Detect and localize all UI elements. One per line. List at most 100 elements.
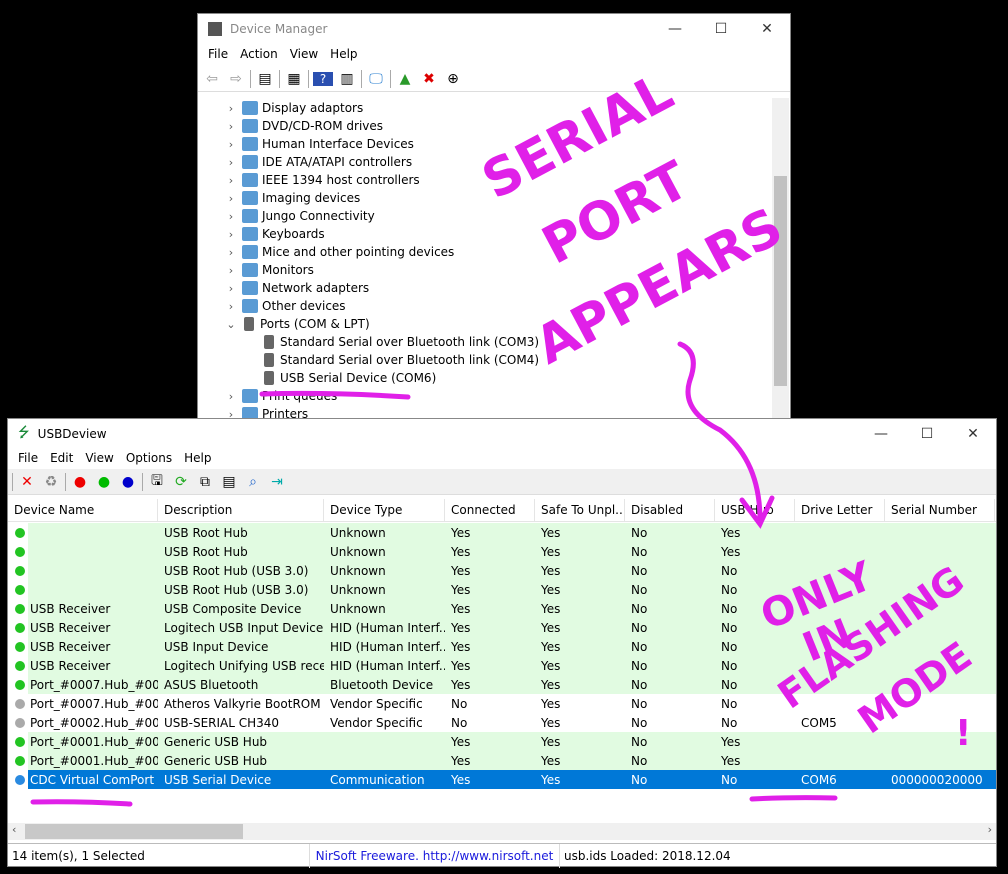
nirsoft-link[interactable]: NirSoft Freeware. http://www.nirsoft.net: [310, 843, 560, 868]
tree-category-item[interactable]: › Network adapters: [224, 279, 369, 297]
chevron-right-icon[interactable]: ›: [224, 192, 238, 205]
find-icon[interactable]: ⌕: [243, 474, 263, 490]
tree-device-item[interactable]: Standard Serial over Bluetooth link (COM…: [258, 333, 539, 351]
column-header[interactable]: Serial Number: [885, 499, 995, 521]
menu-help[interactable]: Help: [178, 451, 217, 465]
table-row[interactable]: USB Receiver USB Input Device HID (Human I…: [8, 637, 996, 656]
menu-options[interactable]: Options: [120, 451, 178, 465]
chevron-right-icon[interactable]: ›: [224, 102, 238, 115]
save-icon[interactable]: 🖫: [147, 470, 167, 494]
chevron-right-icon[interactable]: ›: [224, 300, 238, 313]
copy-icon[interactable]: ⧉: [195, 474, 215, 490]
tree-category-item[interactable]: › Printers: [224, 405, 308, 418]
table-row[interactable]: USB Root Hub (USB 3.0) Unknown Yes Yes No No: [8, 561, 996, 580]
properties-icon[interactable]: ▦: [284, 71, 304, 87]
table-row[interactable]: Port_#0007.Hub_#0006 Atheros Valkyrie Boo…: [8, 694, 996, 713]
column-header[interactable]: Description: [158, 499, 324, 521]
table-row[interactable]: USB Root Hub (USB 3.0) Unknown Yes Yes No No: [8, 580, 996, 599]
blue-dot-icon[interactable]: ●: [118, 474, 138, 490]
exit-icon[interactable]: ⇥: [267, 474, 287, 490]
table-row[interactable]: Port_#0007.Hub_#0006 ASUS Bluetooth Blueto…: [8, 675, 996, 694]
menu-action[interactable]: Action: [234, 47, 284, 61]
table-row[interactable]: Port_#0002.Hub_#0005 USB-SERIAL CH340 Vend…: [8, 713, 996, 732]
table-row[interactable]: Port_#0001.Hub_#0001 Generic USB Hub Yes Ye…: [8, 732, 996, 751]
chevron-right-icon[interactable]: ›: [224, 120, 238, 133]
tree-category-item[interactable]: › IDE ATA/ATAPI controllers: [224, 153, 412, 171]
disable-icon[interactable]: ⊕: [443, 71, 463, 87]
action-pane-icon[interactable]: ▥: [337, 71, 357, 87]
chevron-right-icon[interactable]: ›: [224, 156, 238, 169]
chevron-right-icon[interactable]: ›: [224, 282, 238, 295]
tree-item-label: IEEE 1394 host controllers: [262, 173, 420, 187]
table-row[interactable]: CDC Virtual ComPort USB Serial Device Comm…: [8, 770, 996, 789]
tree-category-item[interactable]: › Mice and other pointing devices: [224, 243, 454, 261]
refresh-icon[interactable]: ⟳: [171, 474, 191, 490]
chevron-right-icon[interactable]: ›: [224, 228, 238, 241]
recycle-icon[interactable]: ♻: [41, 474, 61, 490]
tree-category-item[interactable]: › IEEE 1394 host controllers: [224, 171, 420, 189]
chevron-right-icon[interactable]: ›: [224, 408, 238, 419]
back-icon[interactable]: ⇦: [202, 71, 222, 87]
table-row[interactable]: Port_#0001.Hub_#0002 Generic USB Hub Yes Ye…: [8, 751, 996, 770]
menu-view[interactable]: View: [284, 47, 324, 61]
tree-device-item[interactable]: USB Serial Device (COM6): [258, 369, 436, 387]
column-header[interactable]: Safe To Unpl...: [535, 499, 625, 521]
menu-edit[interactable]: Edit: [44, 451, 79, 465]
uninstall-icon[interactable]: ✕: [17, 474, 37, 490]
chevron-right-icon[interactable]: ›: [224, 390, 238, 403]
table-row[interactable]: USB Root Hub Unknown Yes Yes No Yes: [8, 523, 996, 542]
close-button[interactable]: ✕: [744, 14, 790, 44]
column-header[interactable]: Device Name: [8, 499, 158, 521]
scrollbar-thumb[interactable]: [25, 824, 243, 839]
table-row[interactable]: USB Root Hub Unknown Yes Yes No Yes: [8, 542, 996, 561]
menu-file[interactable]: File: [202, 47, 234, 61]
column-header[interactable]: Disabled: [625, 499, 715, 521]
forward-icon[interactable]: ⇨: [226, 71, 246, 87]
chevron-right-icon[interactable]: ›: [224, 246, 238, 259]
column-header[interactable]: USB Hub: [715, 499, 795, 521]
uninstall-icon[interactable]: ✖: [419, 71, 439, 87]
enable-green-icon[interactable]: ●: [94, 474, 114, 490]
column-header[interactable]: Connected: [445, 499, 535, 521]
menu-file[interactable]: File: [12, 451, 44, 465]
chevron-right-icon[interactable]: ›: [224, 210, 238, 223]
tree-category-item[interactable]: › Display adaptors: [224, 99, 363, 117]
scrollbar-thumb[interactable]: [774, 176, 787, 386]
minimize-button[interactable]: —: [652, 14, 698, 44]
tree-category-item[interactable]: › Human Interface Devices: [224, 135, 414, 153]
disable-red-icon[interactable]: ●: [70, 474, 90, 490]
tree-category-item[interactable]: › Monitors: [224, 261, 314, 279]
vertical-scrollbar[interactable]: [772, 98, 789, 418]
tree-device-item[interactable]: Standard Serial over Bluetooth link (COM…: [258, 351, 539, 369]
update-driver-icon[interactable]: ▲: [395, 71, 415, 87]
show-hide-tree-icon[interactable]: ▤: [255, 71, 275, 87]
tree-category-item[interactable]: › Jungo Connectivity: [224, 207, 375, 225]
tree-category-item[interactable]: › Other devices: [224, 297, 346, 315]
tree-category-item[interactable]: › Keyboards: [224, 225, 325, 243]
table-row[interactable]: USB Receiver USB Composite Device Unknown Y…: [8, 599, 996, 618]
help-icon[interactable]: ?: [313, 71, 333, 86]
close-button[interactable]: ✕: [950, 419, 996, 449]
scroll-left-icon[interactable]: ‹: [12, 823, 16, 836]
column-header[interactable]: Drive Letter: [795, 499, 885, 521]
properties-icon[interactable]: ▤: [219, 474, 239, 490]
scroll-right-icon[interactable]: ›: [988, 823, 992, 836]
table-row[interactable]: USB Receiver Logitech Unifying USB rece..…: [8, 656, 996, 675]
tree-category-item[interactable]: › DVD/CD-ROM drives: [224, 117, 383, 135]
maximize-button[interactable]: ☐: [904, 419, 950, 449]
chevron-right-icon[interactable]: ›: [224, 138, 238, 151]
column-header[interactable]: Device Type: [324, 499, 445, 521]
tree-category-item[interactable]: › Print queues: [224, 387, 337, 405]
maximize-button[interactable]: ☐: [698, 14, 744, 44]
minimize-button[interactable]: —: [858, 419, 904, 449]
chevron-right-icon[interactable]: ›: [224, 264, 238, 277]
menu-help[interactable]: Help: [324, 47, 363, 61]
tree-category-item[interactable]: › Imaging devices: [224, 189, 360, 207]
menu-view[interactable]: View: [79, 451, 119, 465]
horizontal-scrollbar[interactable]: ‹ ›: [8, 823, 996, 840]
chevron-right-icon[interactable]: ›: [224, 174, 238, 187]
table-row[interactable]: USB Receiver Logitech USB Input Device HID…: [8, 618, 996, 637]
tree-category-item[interactable]: ⌄ Ports (COM & LPT): [224, 315, 370, 333]
scan-hardware-icon[interactable]: 🖵: [366, 71, 386, 87]
chevron-down-icon[interactable]: ⌄: [224, 318, 238, 331]
